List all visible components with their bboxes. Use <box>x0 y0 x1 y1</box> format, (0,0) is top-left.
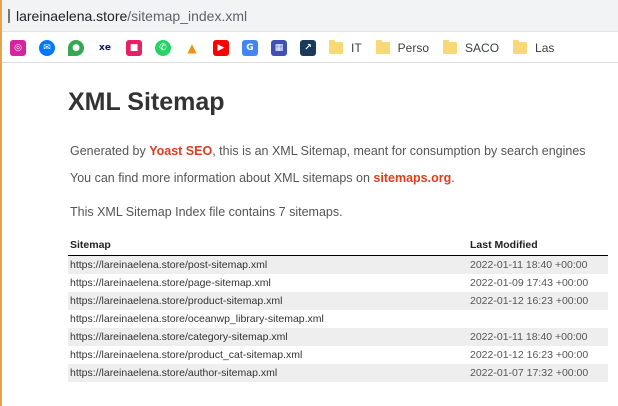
last-modified-cell: 2022-01-12 16:23 +00:00 <box>470 348 589 361</box>
table-row: https://lareinaelena.store/post-sitemap.… <box>68 255 608 274</box>
table-row: https://lareinaelena.store/author-sitema… <box>68 363 608 382</box>
last-modified-cell: 2022-01-11 18:40 +00:00 <box>468 327 608 346</box>
sitemap-table: Sitemap Last Modified https://lareinaele… <box>68 236 608 382</box>
table-row: https://lareinaelena.store/oceanwp_libra… <box>68 310 608 328</box>
url-field[interactable]: lareinaelena.store/sitemap_index.xml <box>16 8 247 24</box>
last-modified-cell: 2022-01-11 18:40 +00:00 <box>468 255 608 274</box>
sitemap-link[interactable]: https://lareinaelena.store/post-sitemap.… <box>68 255 468 274</box>
sitemap-count-text: This XML Sitemap Index file contains 7 s… <box>70 205 343 219</box>
sitemap-link[interactable]: https://lareinaelena.store/category-site… <box>68 327 468 346</box>
sitemap-link[interactable]: https://lareinaelena.store/product_cat-s… <box>68 346 468 364</box>
info-prefix: You can find more information about XML … <box>70 171 374 185</box>
folder-icon <box>375 39 390 54</box>
xe-icon[interactable]: xe <box>97 39 113 56</box>
last-modified-cell: 2022-01-09 17:43 +00:00 <box>470 276 589 289</box>
folder-icon <box>513 39 528 54</box>
bookmark-folder-las[interactable]: Las <box>513 39 555 55</box>
bookmark-folder-perso[interactable]: Perso <box>375 39 430 55</box>
bookmark-folder-label: IT <box>351 40 362 55</box>
table-row: https://lareinaelena.store/category-site… <box>68 327 608 346</box>
sitemap-column-header: Sitemap <box>68 236 468 256</box>
url-host: lareinaelena.store <box>16 7 128 24</box>
browser-window: lareinaelena.store/sitemap_index.xml ◎ ✉… <box>0 0 618 406</box>
url-path: /sitemap_index.xml <box>127 7 248 24</box>
generated-prefix: Generated by <box>70 144 150 158</box>
whatsapp-icon[interactable]: ✆ <box>155 39 171 56</box>
grid-app-icon[interactable]: ▦ <box>271 39 287 56</box>
pma-icon[interactable]: ▲ <box>184 39 200 56</box>
generated-by-text: Generated by Yoast SEO, this is an XML S… <box>70 144 586 158</box>
table-row: https://lareinaelena.store/page-sitemap.… <box>68 274 608 292</box>
info-suffix: . <box>451 171 455 185</box>
translate-icon[interactable]: G <box>242 39 258 56</box>
page-title: XML Sitemap <box>68 88 225 116</box>
sitemap-link[interactable]: https://lareinaelena.store/page-sitemap.… <box>68 274 468 292</box>
folder-icon <box>329 39 343 54</box>
youtube-icon[interactable]: ▶ <box>213 39 229 56</box>
page-content: XML Sitemap Generated by Yoast SEO, this… <box>2 64 618 406</box>
bookmark-folder-it[interactable]: IT <box>329 39 362 55</box>
table-row: https://lareinaelena.store/product_cat-s… <box>68 346 608 364</box>
messenger-icon[interactable]: ✉ <box>39 39 55 56</box>
table-header-row: Sitemap Last Modified <box>68 236 608 256</box>
stock-chart-icon[interactable]: ↗ <box>300 39 316 56</box>
last-modified-cell: 2022-01-12 16:23 +00:00 <box>468 291 608 310</box>
bookmark-folder-label: Las <box>535 40 555 55</box>
last-modified-cell <box>468 310 608 328</box>
app-icon[interactable]: ■ <box>126 39 142 56</box>
generated-suffix: , this is an XML Sitemap, meant for cons… <box>212 144 586 158</box>
table-row: https://lareinaelena.store/product-sitem… <box>68 291 608 310</box>
more-info-text: You can find more information about XML … <box>70 171 455 185</box>
sitemaps-org-link[interactable]: sitemaps.org <box>373 171 451 185</box>
instagram-icon[interactable]: ◎ <box>10 39 26 56</box>
bookmarks-bar: ◎ ✉ ● xe ■ ✆ ▲ ▶ G ▦ ↗ IT Perso SACO Las <box>2 33 618 63</box>
bookmark-folder-saco[interactable]: SACO <box>443 39 500 55</box>
sitemap-link[interactable]: https://lareinaelena.store/product-sitem… <box>68 291 468 310</box>
bookmark-folder-label: Perso <box>397 40 430 55</box>
address-bar-divider <box>8 8 10 23</box>
last-modified-cell: 2022-01-07 17:32 +00:00 <box>468 363 608 382</box>
yoast-seo-link[interactable]: Yoast SEO <box>149 144 212 158</box>
bookmark-folder-label: SACO <box>465 40 500 55</box>
folder-icon <box>443 39 458 54</box>
address-bar[interactable]: lareinaelena.store/sitemap_index.xml <box>2 0 618 32</box>
maps-pin-icon[interactable]: ● <box>68 39 84 56</box>
last-modified-column-header: Last Modified <box>468 236 608 256</box>
sitemap-link[interactable]: https://lareinaelena.store/oceanwp_libra… <box>68 310 468 328</box>
sitemap-link[interactable]: https://lareinaelena.store/author-sitema… <box>68 363 468 382</box>
